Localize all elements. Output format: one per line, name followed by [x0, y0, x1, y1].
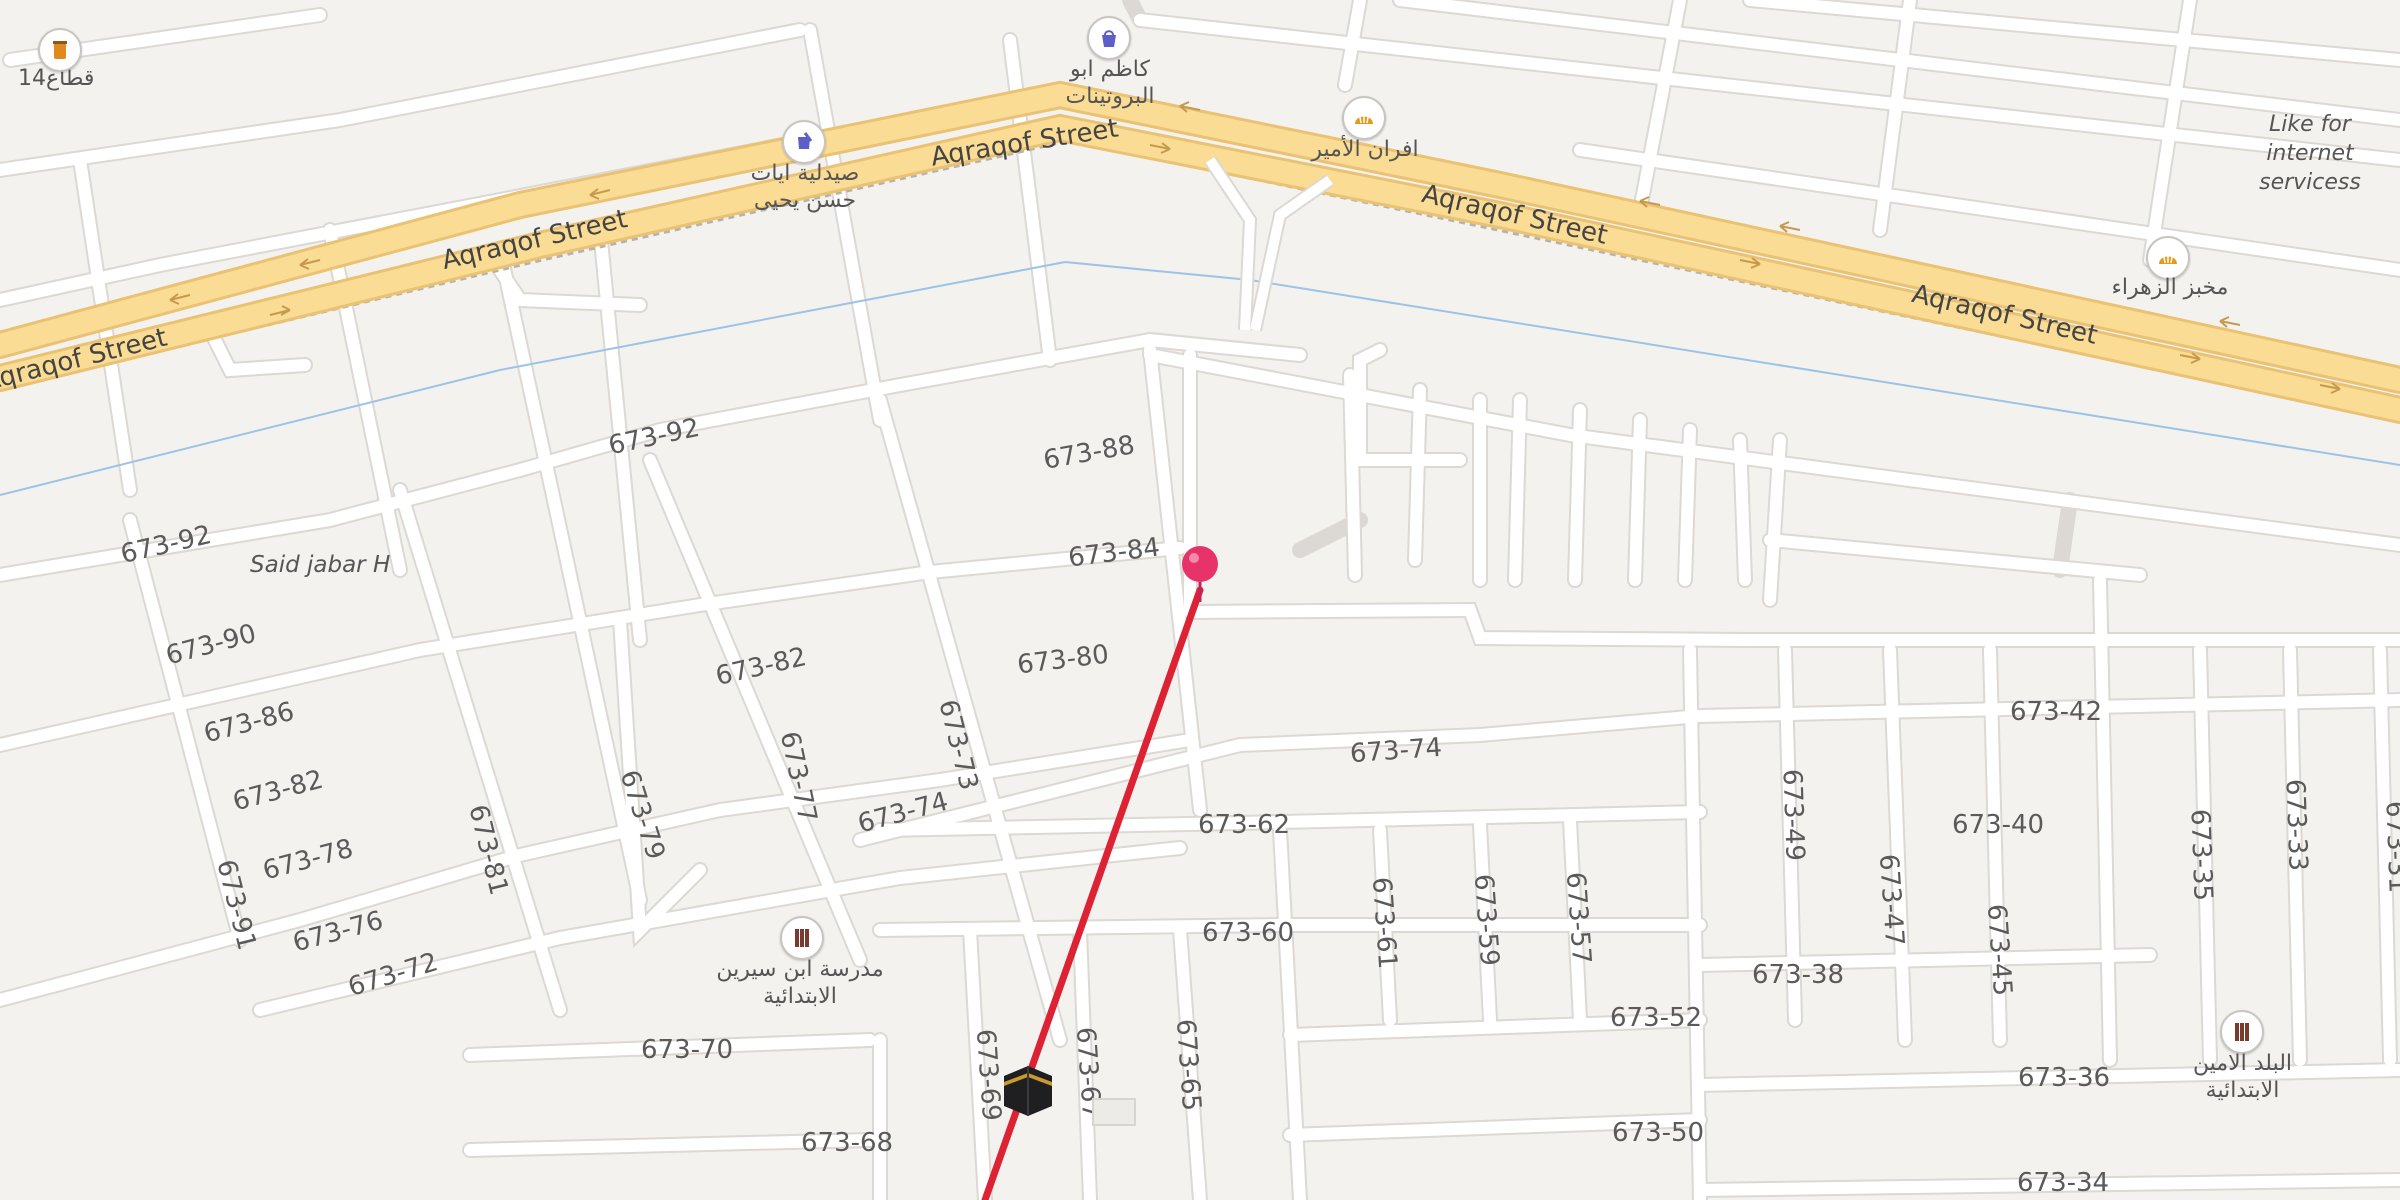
- drink-icon[interactable]: [38, 28, 82, 72]
- bakery-icon[interactable]: [2146, 236, 2190, 280]
- shopping-bag-icon[interactable]: [1087, 16, 1131, 60]
- kaaba-icon[interactable]: [1000, 1062, 1056, 1120]
- school-icon[interactable]: [780, 916, 824, 960]
- map-view[interactable]: Aqraqof Street Aqraqof Street Aqraqof St…: [0, 0, 2400, 1200]
- pharmacy-icon[interactable]: [782, 120, 826, 164]
- small-building-icon: [1092, 1098, 1136, 1126]
- bakery-icon[interactable]: [1342, 96, 1386, 140]
- school-icon[interactable]: [2220, 1010, 2264, 1054]
- location-pin[interactable]: [1180, 544, 1220, 604]
